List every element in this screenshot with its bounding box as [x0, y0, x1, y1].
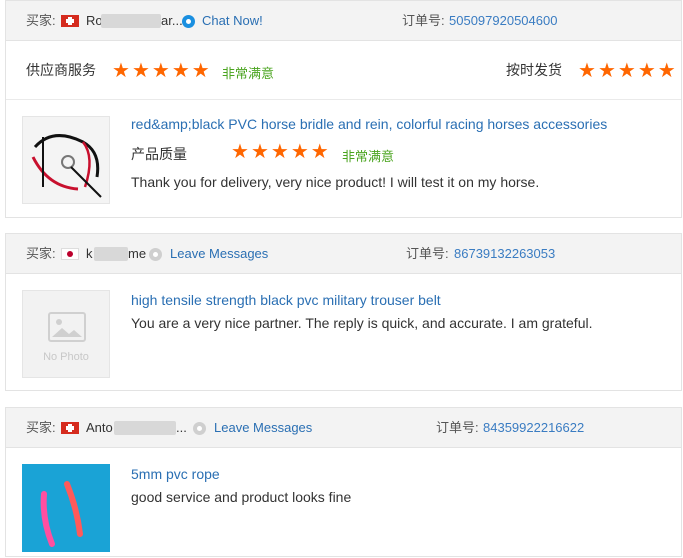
review-body: red&amp;black PVC horse bridle and rein,…: [6, 100, 681, 218]
chat-now-link[interactable]: Chat Now!: [202, 1, 263, 41]
star-icon: ★: [171, 60, 190, 82]
buyer-name-redacted: [101, 14, 161, 28]
product-quality-label: 产品质量: [131, 146, 187, 162]
review-header: 买家: Anto ... Leave Messages 订单号: 8435992…: [6, 408, 681, 448]
supplier-service-label: 供应商服务: [26, 62, 96, 78]
review-card: 买家: Anto ... Leave Messages 订单号: 8435992…: [5, 407, 682, 557]
delivery-stars: ★ ★ ★ ★ ★: [578, 61, 676, 81]
pvc-rope-image: [22, 464, 110, 552]
no-photo-icon: [48, 312, 86, 342]
switzerland-flag-icon: [61, 422, 79, 434]
star-icon: ★: [131, 60, 150, 82]
order-label: 订单号:: [406, 246, 449, 261]
review-comment: You are a very nice partner. The reply i…: [131, 315, 593, 331]
star-icon: ★: [231, 141, 249, 163]
product-title-link[interactable]: high tensile strength black pvc military…: [131, 292, 441, 308]
star-icon: ★: [151, 60, 170, 82]
product-title-link[interactable]: 5mm pvc rope: [131, 466, 220, 482]
leave-messages-link[interactable]: Leave Messages: [170, 234, 268, 274]
buyer-name-prefix: k: [86, 246, 93, 261]
star-icon: ★: [112, 60, 130, 82]
chat-offline-icon[interactable]: [149, 248, 162, 261]
review-header: 买家: k me Leave Messages 订单号: 86739132263…: [6, 234, 681, 274]
buyer-label: 买家:: [26, 246, 56, 261]
review-body: 5mm pvc rope good service and product lo…: [6, 448, 681, 558]
buyer-name-redacted: [114, 421, 176, 435]
chat-icon[interactable]: [182, 15, 195, 28]
chat-offline-icon[interactable]: [193, 422, 206, 435]
supplier-rating-row: 供应商服务 ★ ★ ★ ★ ★ 非常满意 按时发货 ★ ★ ★ ★ ★: [6, 41, 681, 100]
star-icon: ★: [637, 60, 656, 82]
order-number[interactable]: 84359922216622: [483, 408, 584, 448]
no-photo-text: No Photo: [43, 351, 89, 363]
review-card: 买家: k me Leave Messages 订单号: 86739132263…: [5, 233, 682, 391]
review-card: 买家: Ro ar... Chat Now! 订单号: 505097920504…: [5, 0, 682, 218]
star-icon: ★: [657, 60, 676, 82]
order-label: 订单号:: [402, 13, 445, 28]
star-icon: ★: [250, 141, 269, 163]
horse-bridle-image: [23, 117, 109, 203]
star-icon: ★: [290, 141, 309, 163]
on-time-delivery-label: 按时发货: [506, 62, 562, 78]
product-thumbnail[interactable]: [22, 116, 110, 204]
buyer-label: 买家:: [26, 420, 56, 435]
supplier-service-stars: ★ ★ ★ ★ ★: [112, 61, 210, 81]
star-icon: ★: [578, 60, 596, 82]
product-title-link[interactable]: red&amp;black PVC horse bridle and rein,…: [131, 116, 607, 132]
buyer-name-prefix: Anto: [86, 420, 113, 435]
order-number[interactable]: 505097920504600: [449, 1, 557, 41]
order-label: 订单号:: [436, 420, 479, 435]
star-icon: ★: [597, 60, 616, 82]
star-icon: ★: [270, 141, 289, 163]
japan-flag-icon: [61, 248, 79, 260]
buyer-name-suffix: ...: [176, 420, 187, 435]
review-comment: good service and product looks fine: [131, 489, 352, 505]
review-body: No Photo high tensile strength black pvc…: [6, 274, 681, 390]
review-header: 买家: Ro ar... Chat Now! 订单号: 505097920504…: [6, 1, 681, 41]
switzerland-flag-icon: [61, 15, 79, 27]
product-thumbnail[interactable]: [22, 464, 110, 552]
leave-messages-link[interactable]: Leave Messages: [214, 408, 312, 448]
star-icon: ★: [310, 141, 329, 163]
quality-satisfaction: 非常满意: [342, 149, 395, 164]
buyer-label: 买家:: [26, 13, 56, 28]
no-photo-thumbnail: No Photo: [22, 290, 110, 378]
star-icon: ★: [617, 60, 636, 82]
product-quality-stars: ★ ★ ★ ★ ★: [231, 142, 329, 162]
review-comment: Thank you for delivery, very nice produc…: [131, 174, 540, 190]
supplier-satisfaction: 非常满意: [222, 66, 275, 81]
buyer-name-redacted: [94, 247, 128, 261]
star-icon: ★: [191, 60, 210, 82]
order-number[interactable]: 86739132263053: [454, 234, 555, 274]
buyer-name-suffix: me: [128, 246, 147, 261]
buyer-name-suffix: ar...: [161, 13, 183, 28]
